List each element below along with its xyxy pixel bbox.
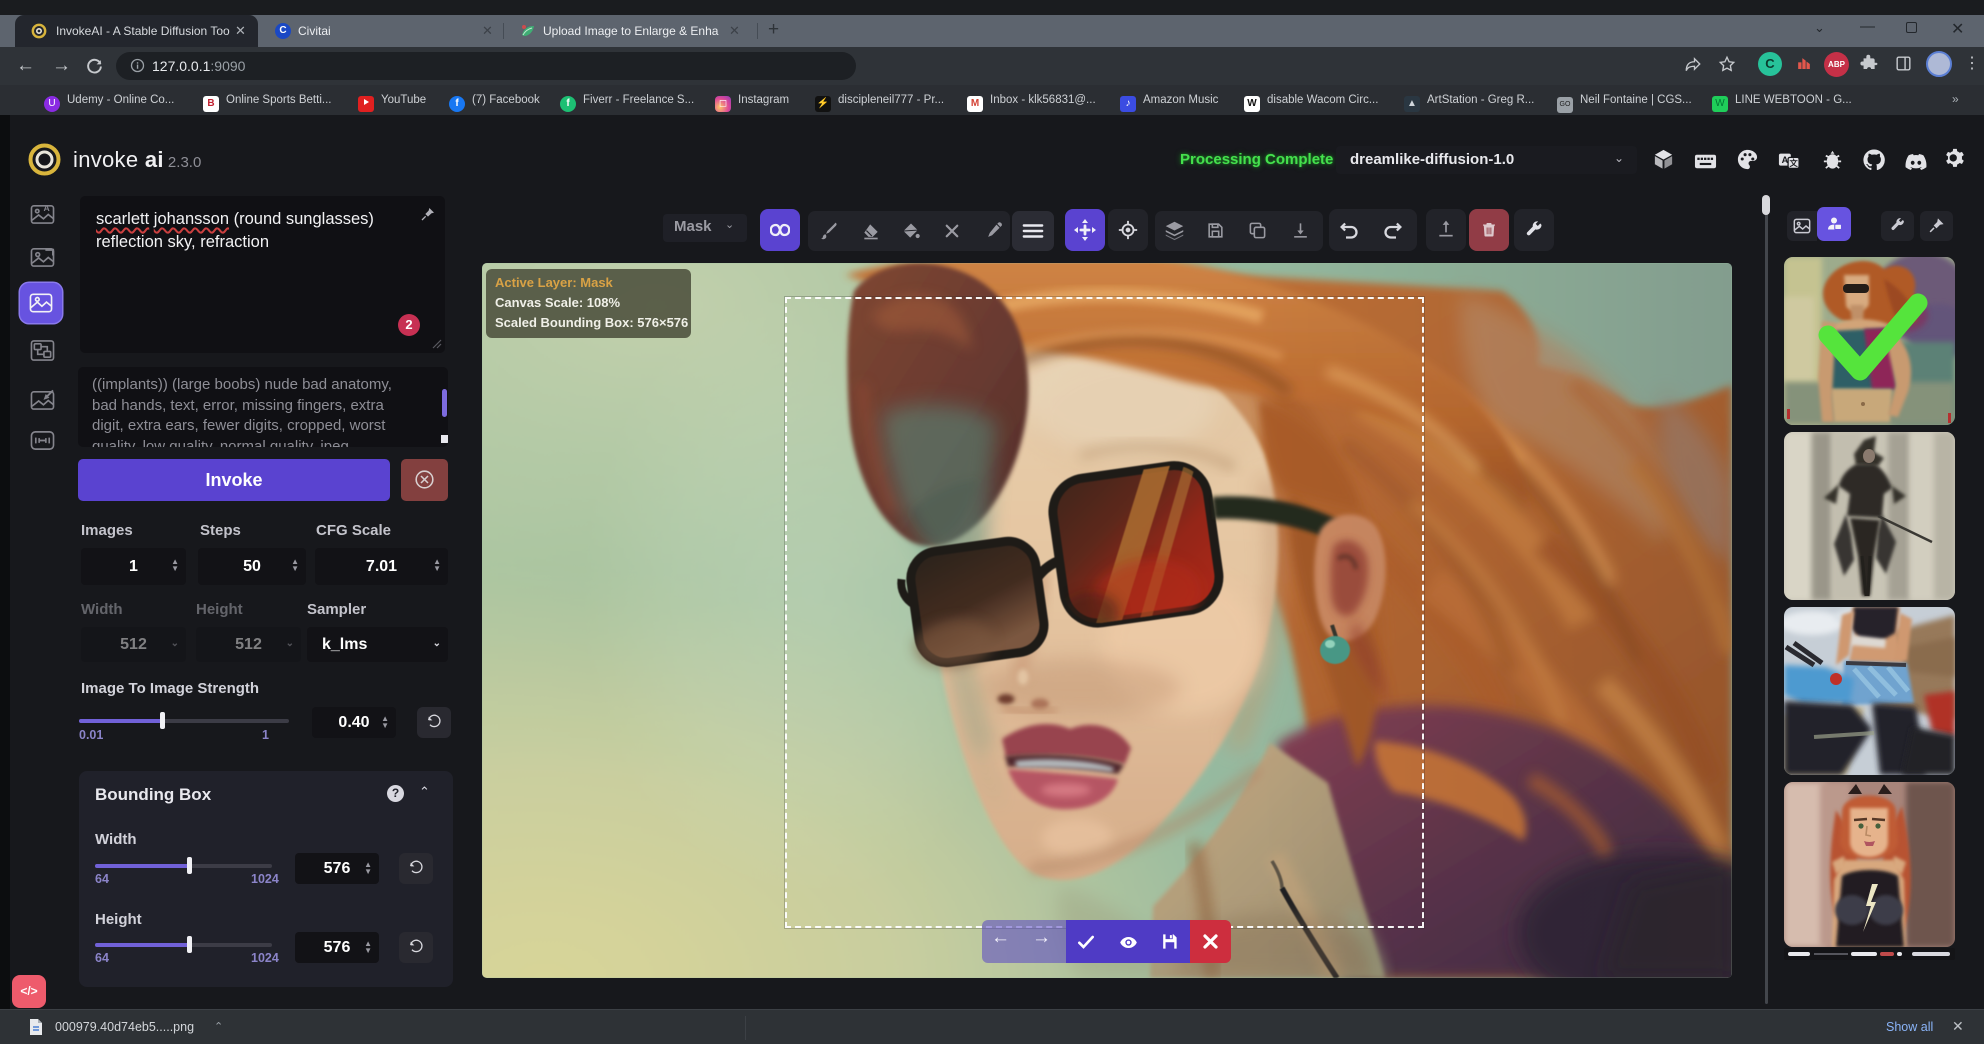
svg-text:文: 文: [1789, 158, 1798, 168]
svg-text:A: A: [43, 203, 49, 213]
